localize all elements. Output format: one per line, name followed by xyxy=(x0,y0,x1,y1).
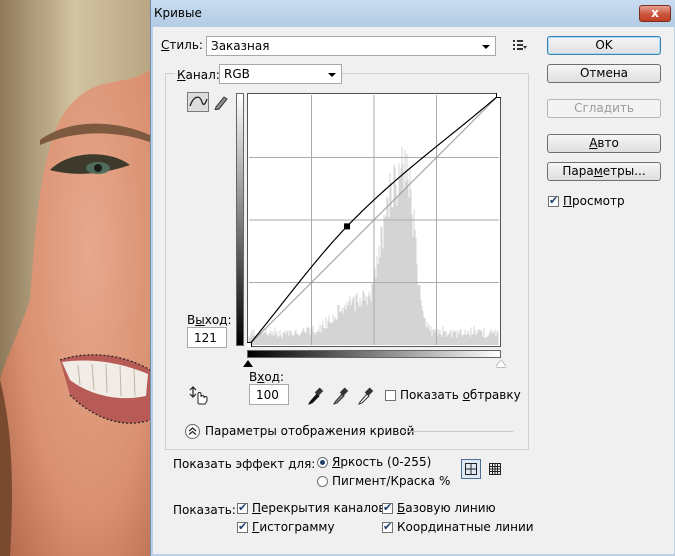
close-icon: x xyxy=(651,6,659,20)
white-eyedropper-icon xyxy=(357,385,375,405)
preset-select[interactable]: Заказная xyxy=(206,36,496,56)
curve-graph[interactable] xyxy=(247,93,501,347)
white-eyedropper-tool[interactable] xyxy=(357,385,375,405)
hand-target-icon xyxy=(189,385,209,405)
title-bar: Кривые x xyxy=(151,0,675,27)
light-radio[interactable] xyxy=(317,457,328,468)
curve-point-tool[interactable] xyxy=(187,92,209,112)
check-icon: ✔ xyxy=(238,501,247,514)
dialog-body: Стиль: Заказная Канал: RGB Выход: 121 Вх… xyxy=(153,27,674,554)
input-label: Вход: xyxy=(249,370,284,384)
separator xyxy=(403,431,513,432)
simple-grid-button[interactable] xyxy=(461,459,481,479)
preview-label: Просмотр xyxy=(563,194,625,208)
output-label: Выход: xyxy=(187,313,232,327)
options-button[interactable]: Параметры... xyxy=(547,162,661,181)
pigment-radio-label: Пигмент/Краска % xyxy=(332,474,450,488)
black-eyedropper-tool[interactable] xyxy=(307,385,325,405)
check-icon: ✔ xyxy=(383,501,392,514)
curve-point-icon xyxy=(188,93,208,111)
channel-select[interactable]: RGB xyxy=(219,64,342,84)
output-field[interactable]: 121 xyxy=(187,327,227,348)
baseline-label: Базовую линию xyxy=(397,501,496,515)
curve-point[interactable] xyxy=(497,93,502,98)
preset-label: Стиль: xyxy=(161,38,203,52)
curves-dialog: Кривые x Стиль: Заказная Канал: RGB Выхо… xyxy=(150,0,675,556)
channel-overlays-checkbox[interactable]: ✔ xyxy=(237,503,248,514)
display-options-label: Параметры отображения кривой xyxy=(205,424,414,438)
background-photo xyxy=(0,0,150,556)
output-gradient-bar xyxy=(236,93,244,346)
grid-10x10-icon xyxy=(485,459,505,479)
check-icon: ✔ xyxy=(238,520,247,533)
histogram-checkbox[interactable]: ✔ xyxy=(237,522,248,533)
pencil-tool[interactable] xyxy=(213,94,229,110)
gray-eyedropper-tool[interactable] xyxy=(332,385,350,405)
check-icon: ✔ xyxy=(549,194,558,207)
selected-curve-point[interactable] xyxy=(345,224,350,229)
pencil-icon xyxy=(213,94,229,110)
radio-selected-dot xyxy=(320,460,325,465)
gray-eyedropper-icon xyxy=(332,385,350,405)
chevron-up-circle-icon xyxy=(186,425,199,438)
black-eyedropper-icon xyxy=(307,385,325,405)
cancel-button[interactable]: Отмена xyxy=(547,64,661,83)
intersection-line-label: Координатные линии xyxy=(397,520,534,534)
show-clipping-label: Показать обтравку xyxy=(400,388,521,402)
grid-4x4-icon xyxy=(462,460,480,478)
show-amount-label: Показать эффект для: xyxy=(173,457,315,471)
ok-button[interactable]: OK xyxy=(547,36,661,55)
detailed-grid-button[interactable] xyxy=(485,459,505,479)
show-label: Показать: xyxy=(173,503,236,517)
black-point-slider[interactable] xyxy=(243,360,253,367)
preview-checkbox[interactable]: ✔ xyxy=(548,196,559,207)
channel-value: RGB xyxy=(224,67,250,81)
target-adjust-tool[interactable] xyxy=(189,385,209,405)
curve-canvas[interactable] xyxy=(247,93,501,347)
curve-point[interactable] xyxy=(247,343,252,348)
input-field[interactable]: 100 xyxy=(249,384,289,405)
light-radio-label: Яркость (0-255) xyxy=(332,455,431,469)
smooth-button[interactable]: Сгладить xyxy=(547,99,661,118)
close-button[interactable]: x xyxy=(639,5,671,22)
window-title: Кривые xyxy=(154,6,202,20)
intersection-line-checkbox[interactable]: ✔ xyxy=(382,522,393,533)
show-clipping-checkbox[interactable] xyxy=(385,390,396,401)
channel-label: Канал: xyxy=(175,68,222,82)
baseline-checkbox[interactable]: ✔ xyxy=(382,503,393,514)
input-gradient-bar xyxy=(247,350,501,358)
display-options-toggle[interactable] xyxy=(185,424,200,439)
preset-value: Заказная xyxy=(211,39,269,53)
channel-overlays-label: Перекрытия каналов xyxy=(252,501,385,515)
preset-options-icon[interactable] xyxy=(513,39,527,51)
histogram-label: Гистограмму xyxy=(252,520,335,534)
chevron-down-icon xyxy=(482,45,490,49)
check-icon: ✔ xyxy=(383,520,392,533)
white-point-slider[interactable] xyxy=(496,360,506,367)
auto-button[interactable]: Авто xyxy=(547,134,661,153)
chevron-down-icon xyxy=(328,73,336,77)
pigment-radio[interactable] xyxy=(317,476,328,487)
